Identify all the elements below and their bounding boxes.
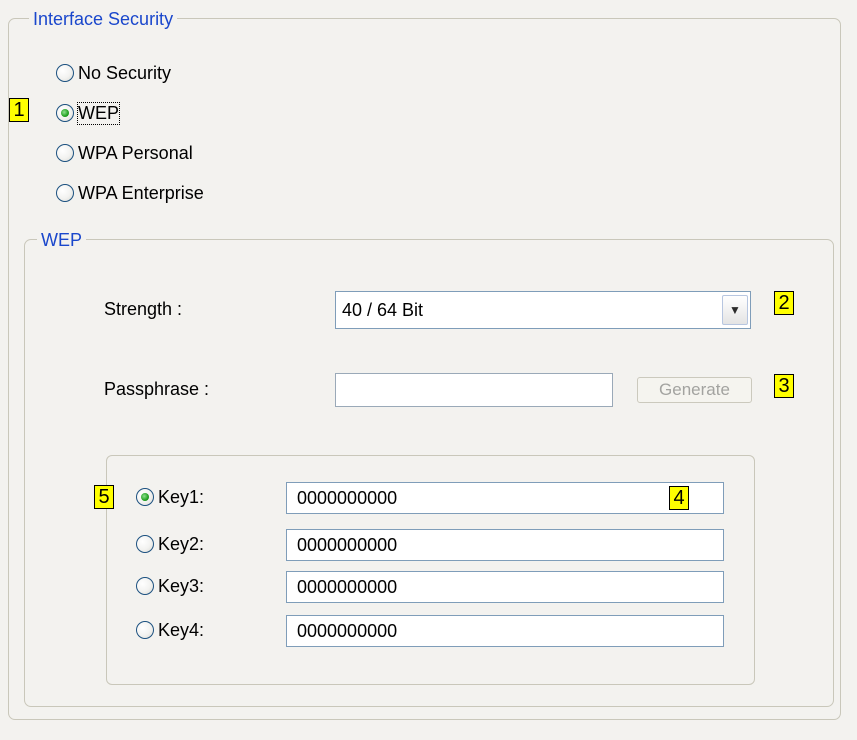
key2-label: Key2: bbox=[158, 533, 205, 554]
radio-button-checked-icon bbox=[56, 104, 74, 122]
radio-no-security-label: No Security bbox=[78, 62, 172, 83]
callout-3: 3 bbox=[774, 374, 794, 398]
key4-input[interactable]: 0000000000 bbox=[286, 615, 724, 647]
wep-group-title: WEP bbox=[37, 229, 87, 251]
callout-5: 5 bbox=[94, 485, 114, 509]
passphrase-input[interactable] bbox=[335, 373, 613, 407]
radio-button-icon bbox=[56, 64, 74, 82]
strength-select-value: 40 / 64 Bit bbox=[342, 300, 424, 320]
radio-no-security[interactable]: No Security bbox=[56, 61, 171, 85]
radio-wpa-personal[interactable]: WPA Personal bbox=[56, 141, 193, 165]
radio-key3[interactable]: Key3: bbox=[136, 574, 204, 598]
interface-security-title: Interface Security bbox=[29, 8, 178, 30]
radio-button-checked-icon bbox=[136, 488, 154, 506]
passphrase-label: Passphrase : bbox=[104, 379, 210, 399]
callout-1: 1 bbox=[9, 98, 29, 122]
radio-button-icon bbox=[136, 535, 154, 553]
callout-2: 2 bbox=[774, 291, 794, 315]
radio-button-icon bbox=[56, 144, 74, 162]
generate-button[interactable]: Generate bbox=[637, 377, 752, 403]
callout-4: 4 bbox=[669, 486, 689, 510]
radio-button-icon bbox=[136, 621, 154, 639]
key2-input[interactable]: 0000000000 bbox=[286, 529, 724, 561]
radio-button-icon bbox=[136, 577, 154, 595]
strength-select[interactable]: 40 / 64 Bit ▼ bbox=[335, 291, 751, 329]
radio-button-icon bbox=[56, 184, 74, 202]
radio-wep-label: WEP bbox=[76, 101, 121, 125]
radio-wpa-personal-label: WPA Personal bbox=[78, 142, 193, 163]
strength-label: Strength : bbox=[104, 299, 183, 319]
radio-wpa-enterprise[interactable]: WPA Enterprise bbox=[56, 181, 204, 205]
key1-input[interactable]: 0000000000 bbox=[286, 482, 724, 514]
key3-input[interactable]: 0000000000 bbox=[286, 571, 724, 603]
key1-label: Key1: bbox=[158, 486, 205, 507]
key3-label: Key3: bbox=[158, 575, 205, 596]
chevron-down-icon[interactable]: ▼ bbox=[722, 295, 748, 325]
radio-wep[interactable]: WEP bbox=[56, 101, 121, 125]
radio-wpa-enterprise-label: WPA Enterprise bbox=[78, 182, 204, 203]
radio-key1[interactable]: Key1: bbox=[136, 485, 204, 509]
key4-label: Key4: bbox=[158, 619, 205, 640]
radio-key2[interactable]: Key2: bbox=[136, 532, 204, 556]
radio-key4[interactable]: Key4: bbox=[136, 618, 204, 642]
